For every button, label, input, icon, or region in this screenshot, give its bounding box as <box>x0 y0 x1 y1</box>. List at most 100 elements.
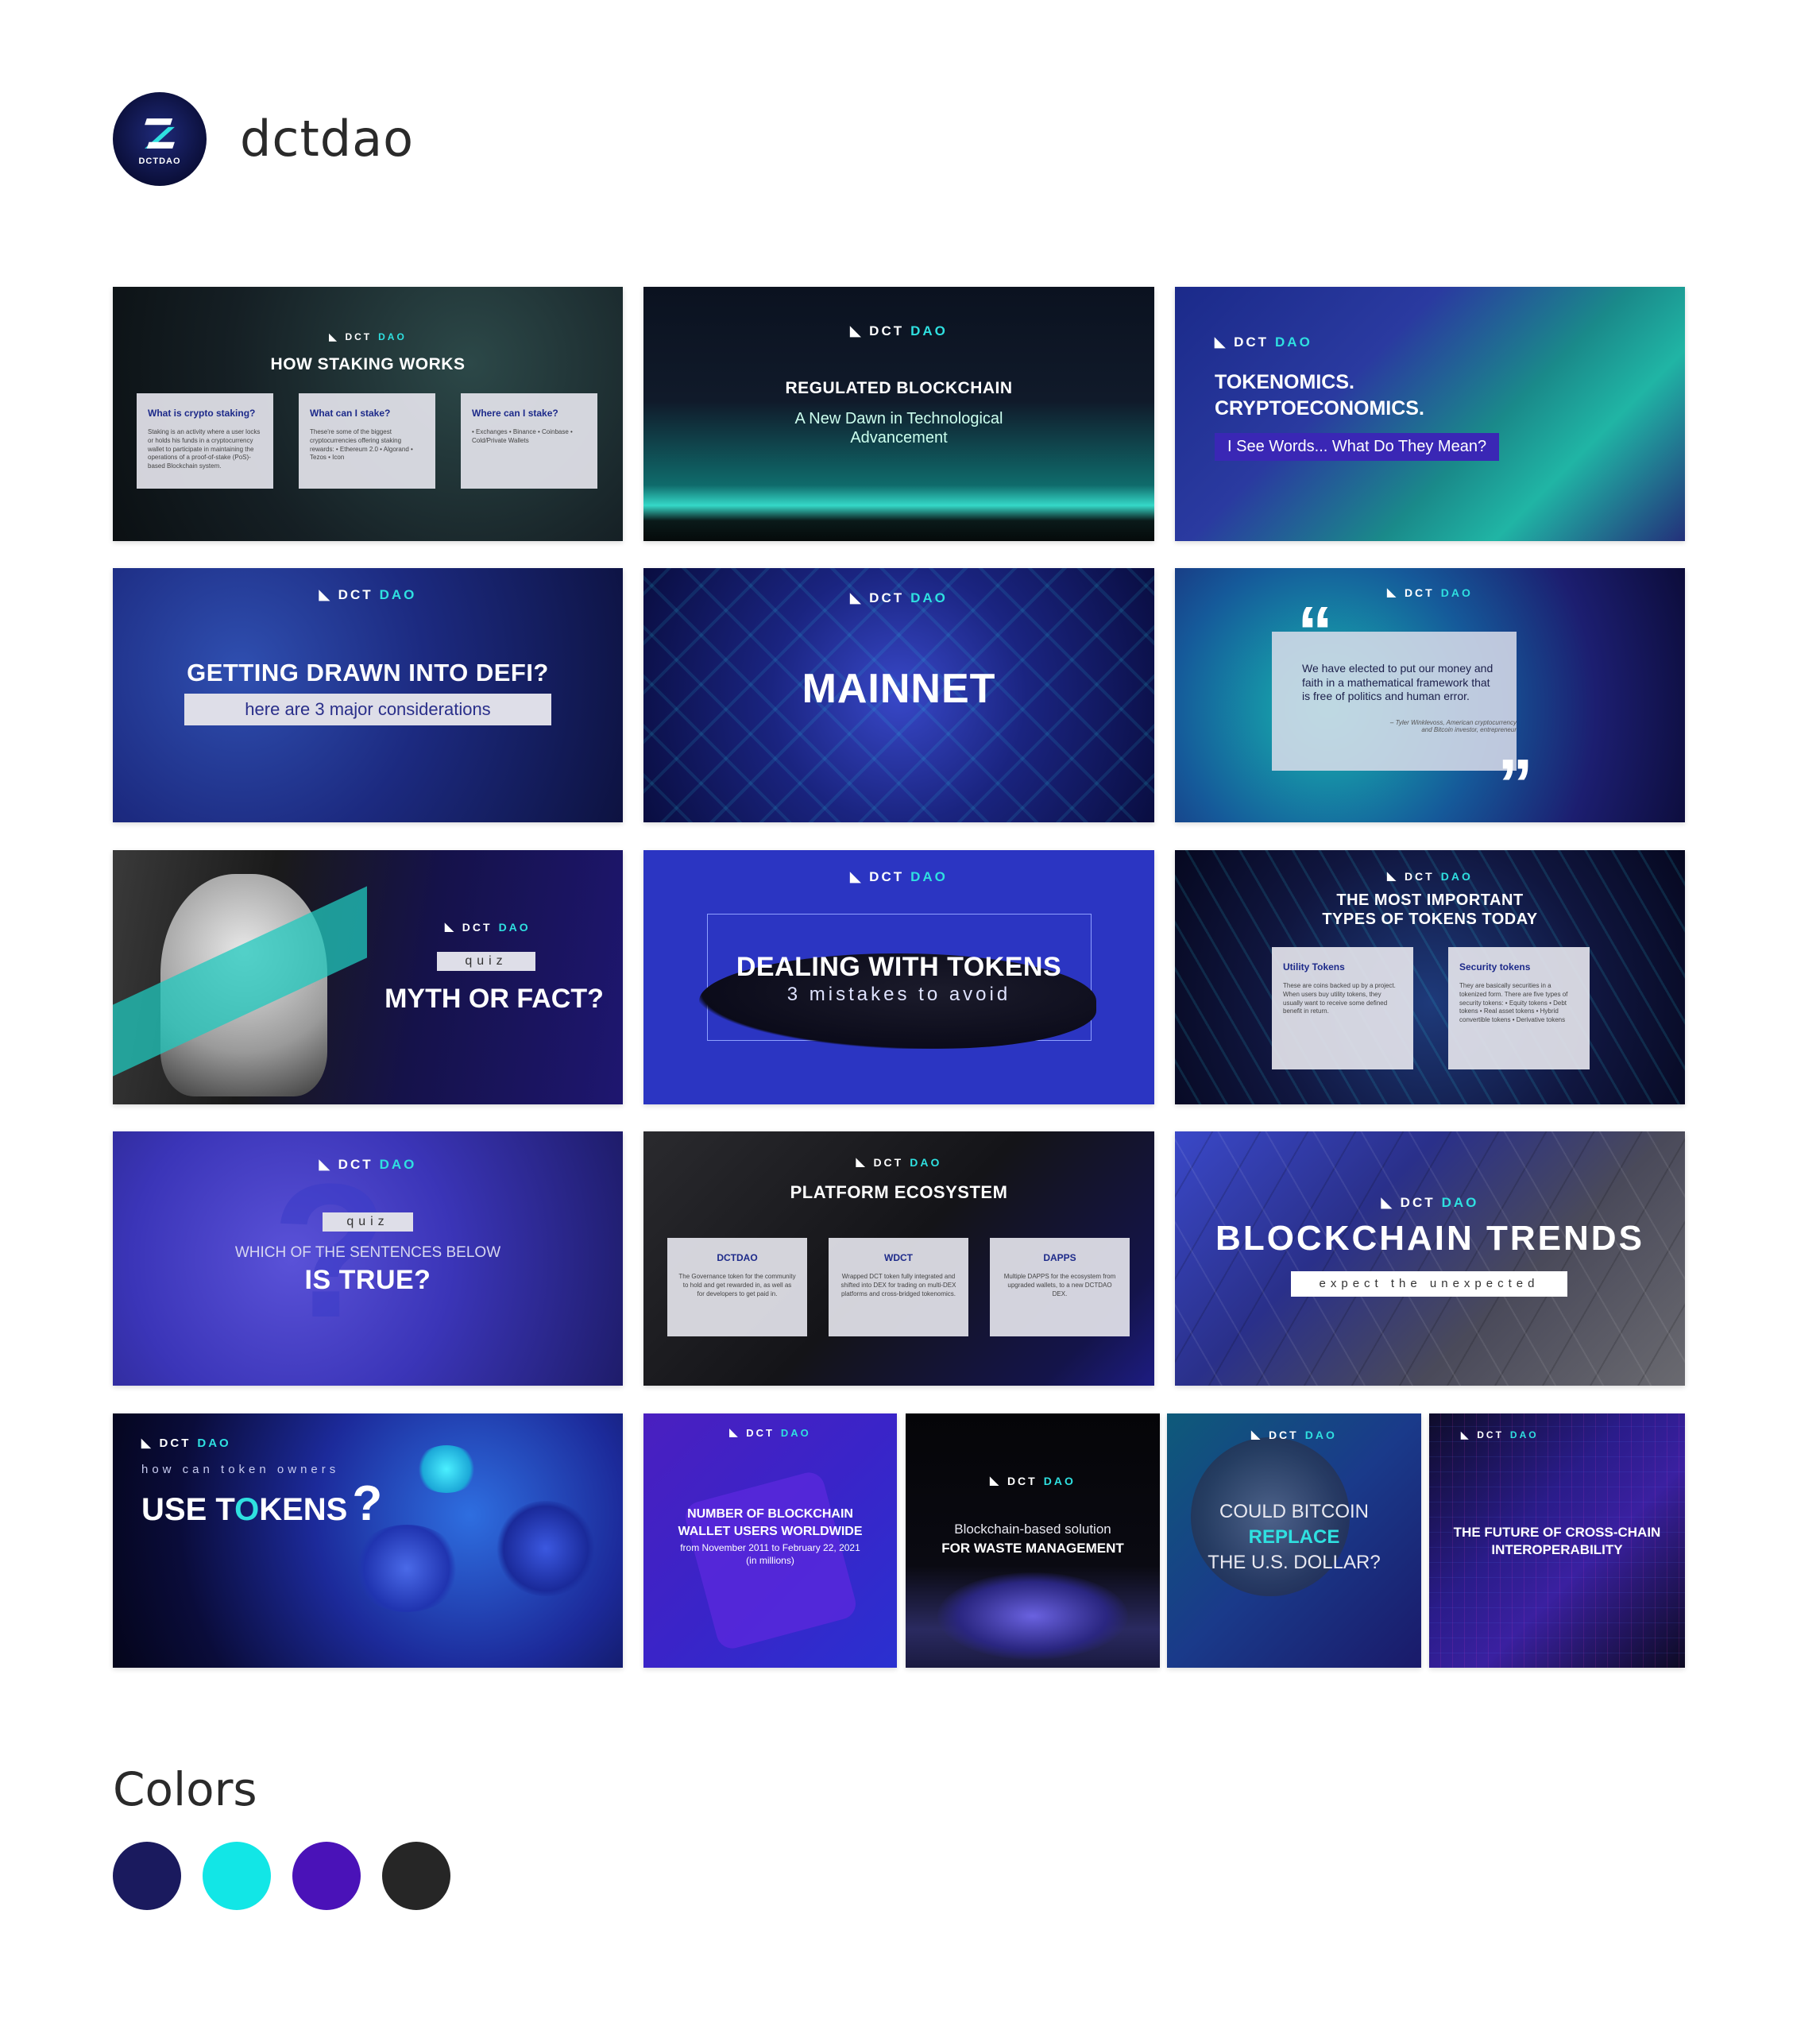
logo-mark-icon: ◣ <box>329 331 339 342</box>
color-swatch-cyan[interactable] <box>203 1842 271 1910</box>
slide-title: MYTH OR FACT? <box>384 984 604 1014</box>
slide-title: TOKENOMICS. CRYPTOECONOMICS. <box>1215 369 1424 421</box>
slide-title-line: THE U.S. DOLLAR? <box>1208 1552 1381 1573</box>
city-lights-pattern <box>1429 1413 1685 1668</box>
box-heading: DCTDAO <box>717 1252 758 1263</box>
slide-quiz-which-true[interactable]: ? ◣ DCT DAO quiz WHICH OF THE SENTENCES BE… <box>113 1131 623 1386</box>
slide-logo: ◣ DCT DAO <box>856 1155 942 1169</box>
slide-cross-chain[interactable]: ◣ DCT DAO THE FUTURE OF CROSS-CHAIN INTERO… <box>1429 1413 1685 1668</box>
slide-title: REGULATED BLOCKCHAIN <box>785 379 1013 397</box>
slide-tag: expect the unexpected <box>1291 1271 1567 1297</box>
dctdao-logo-icon <box>145 118 175 149</box>
logo-mark-icon: ◣ <box>1381 1195 1394 1210</box>
logo-mark-icon: ◣ <box>729 1426 740 1438</box>
hex-pattern <box>1175 1131 1685 1386</box>
logo-mark-icon: ◣ <box>1387 869 1398 882</box>
slide-logo: ◣ DCT DAO <box>329 331 407 342</box>
slide-title: HOW STAKING WORKS <box>270 355 466 373</box>
slide-title: FOR WASTE MANAGEMENT <box>941 1541 1124 1556</box>
slide-use-tokens[interactable]: ◣ DCT DAO how can token owners USE TOKENS? <box>113 1413 623 1668</box>
slide-logo: ◣ DCT DAO <box>319 587 417 602</box>
slide-title-line: NUMBER OF BLOCKCHAIN <box>687 1507 853 1521</box>
box-body: Wrapped DCT token fully integrated and s… <box>840 1273 956 1297</box>
title-line: CRYPTOECONOMICS. <box>1215 396 1424 420</box>
box-body: • Exchanges • Binance • Coinbase • Cold/… <box>472 428 573 444</box>
slide-platform-ecosystem[interactable]: ◣ DCT DAO PLATFORM ECOSYSTEM DCTDAO The Gov… <box>643 1131 1154 1386</box>
box-heading: Security tokens <box>1459 961 1531 973</box>
slide-waste-management[interactable]: ◣ DCT DAO Blockchain-based solution FOR WA… <box>906 1413 1160 1668</box>
slide-myth-or-fact[interactable]: ◣ DCT DAO quiz MYTH OR FACT? <box>113 850 623 1104</box>
title-part: KENS <box>259 1492 348 1527</box>
logo-mark-icon: ◣ <box>850 323 864 338</box>
slide-dealing-with-tokens[interactable]: ◣ DCT DAO DEALING WITH TOKENS 3 mistakes t… <box>643 850 1154 1104</box>
box-body: The Governance token for the community t… <box>678 1273 796 1297</box>
logo-mark-icon: ◣ <box>1387 586 1398 598</box>
logo-mark-icon: ◣ <box>856 1155 867 1168</box>
box-body: Staking is an activity where a user lock… <box>148 428 261 470</box>
slide-title: USE TOKENS? <box>141 1475 382 1532</box>
logo-mark-icon: ◣ <box>990 1474 1001 1487</box>
box-body: They are basically securities in a token… <box>1459 982 1568 1024</box>
slide-logo: ◣ DCT DAO <box>850 323 948 338</box>
slide-wallet-users[interactable]: ◣ DCT DAO NUMBER OF BLOCKCHAIN WALLET USER… <box>643 1413 897 1668</box>
slide-title-line: TYPES OF TOKENS TODAY <box>1322 911 1538 928</box>
slide-logo: ◣ DCT DAO <box>445 920 531 934</box>
slide-title: BLOCKCHAIN TRENDS <box>1215 1219 1644 1258</box>
box-heading: Where can I stake? <box>472 408 558 419</box>
box-body: These're some of the biggest cryptocurre… <box>310 428 413 462</box>
slide-defi[interactable]: ◣ DCT DAO GETTING DRAWN INTO DEFI? here ar… <box>113 568 623 822</box>
slide-title: IS TRUE? <box>304 1265 431 1295</box>
question-mark-icon: ? <box>352 1476 383 1531</box>
logo-mark-icon: ◣ <box>850 590 864 605</box>
box-body: Multiple DAPPS for the ecosystem from up… <box>1003 1273 1116 1297</box>
color-swatch-navy[interactable] <box>113 1842 181 1910</box>
slide-logo: ◣ DCT DAO <box>1387 869 1473 883</box>
slide-mainnet[interactable]: ◣ DCT DAO MAINNET <box>643 568 1154 822</box>
slide-bitcoin-dollar[interactable]: ◣ DCT DAO COULD BITCOIN REPLACE THE U.S. D… <box>1167 1413 1421 1668</box>
open-quote-icon: “ <box>1297 593 1333 672</box>
slide-title-line: THE FUTURE OF CROSS-CHAIN <box>1453 1525 1661 1540</box>
info-box: Security tokens They are basically securi… <box>1448 947 1590 1069</box>
dctdao-avatar[interactable]: DCTDAO <box>113 92 207 186</box>
logo-mark-icon: ◣ <box>1215 334 1228 350</box>
slide-types-of-tokens[interactable]: ◣ DCT DAO THE MOST IMPORTANT TYPES OF TOKE… <box>1175 850 1685 1104</box>
color-swatch-black[interactable] <box>382 1842 450 1910</box>
slide-tag: here are 3 major considerations <box>184 694 551 725</box>
slide-title-highlight: REPLACE <box>1248 1526 1340 1548</box>
slide-logo: ◣ DCT DAO <box>1215 334 1312 350</box>
slide-tag: I See Words... What Do They Mean? <box>1215 433 1500 461</box>
close-quote-icon: ” <box>1497 745 1533 822</box>
box-heading: Utility Tokens <box>1283 961 1345 973</box>
slide-title: DEALING WITH TOKENS <box>736 952 1062 982</box>
slide-logo: ◣ DCT DAO <box>1381 1195 1479 1210</box>
logo-mark-icon: ◣ <box>141 1437 153 1450</box>
slide-title-line: COULD BITCOIN <box>1219 1501 1369 1522</box>
slide-subtitle: Blockchain-based solution <box>954 1522 1111 1537</box>
slide-subtitle: from November 2011 to February 22, 2021 <box>680 1542 860 1553</box>
logo-mark-icon: ◣ <box>1461 1429 1471 1440</box>
slide-regulated-blockchain[interactable]: ◣ DCT DAO REGULATED BLOCKCHAIN A New Dawn … <box>643 287 1154 541</box>
circuit-pattern <box>1175 850 1685 1104</box>
color-swatch-purple[interactable] <box>292 1842 361 1910</box>
logo-mark-icon: ◣ <box>319 587 332 602</box>
slide-logo: ◣ DCT DAO <box>729 1426 811 1439</box>
logo-mark-icon: ◣ <box>1251 1428 1262 1440</box>
logo-mark-icon: ◣ <box>850 869 864 884</box>
slide-subtitle: how can token owners <box>141 1463 340 1476</box>
slide-subtitle: 3 mistakes to avoid <box>786 984 1011 1005</box>
slide-logo: ◣ DCT DAO <box>990 1474 1076 1487</box>
box-heading: WDCT <box>884 1252 913 1263</box>
logo-mark-icon: ◣ <box>445 920 456 933</box>
slide-tokenomics[interactable]: ◣ DCT DAO TOKENOMICS. CRYPTOECONOMICS. I S… <box>1175 287 1685 541</box>
quote-author: – Tyler Winklevoss, American cryptocurre… <box>1389 719 1517 733</box>
slide-title-line: WALLET USERS WORLDWIDE <box>678 1525 863 1538</box>
slide-subtitle: (in millions) <box>746 1555 794 1566</box>
slide-quote[interactable]: ◣ DCT DAO “ ” We have elected to put our m… <box>1175 568 1685 822</box>
slide-title: GETTING DRAWN INTO DEFI? <box>187 659 549 686</box>
slide-logo: ◣ DCT DAO <box>141 1436 231 1451</box>
slide-tag: quiz <box>323 1212 413 1232</box>
slide-how-staking-works[interactable]: ◣ DCT DAO HOW STAKING WORKS What is crypto… <box>113 287 623 541</box>
profile-name[interactable]: dctdao <box>240 110 414 168</box>
colors-heading: Colors <box>113 1762 257 1816</box>
slide-blockchain-trends[interactable]: ◣ DCT DAO BLOCKCHAIN TRENDS expect the une… <box>1175 1131 1685 1386</box>
